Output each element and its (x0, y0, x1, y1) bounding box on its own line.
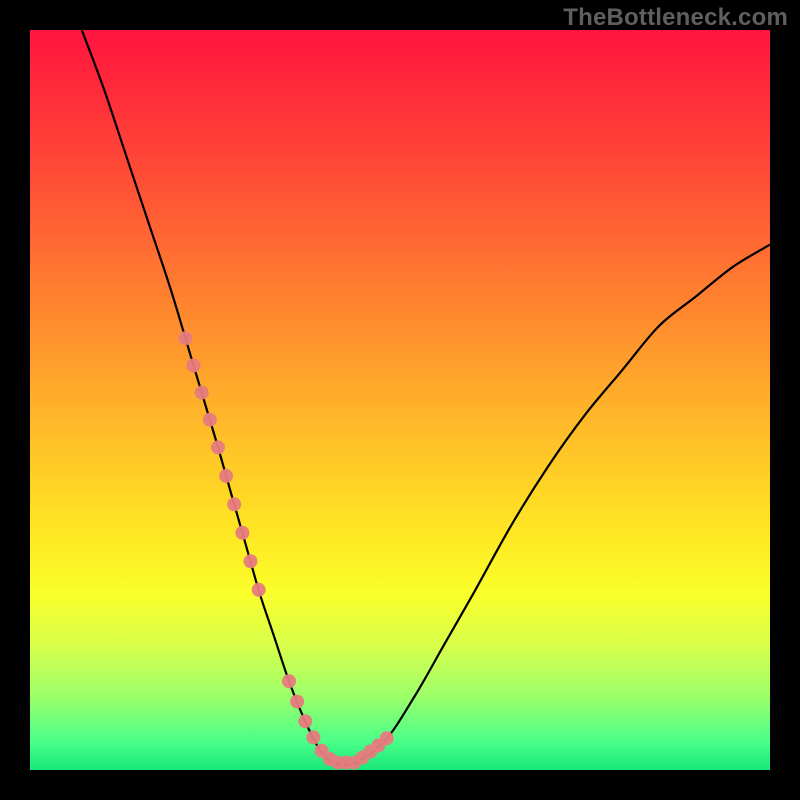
watermark-text: TheBottleneck.com (563, 4, 788, 32)
highlight-bead (178, 331, 192, 345)
highlight-bead (203, 413, 217, 427)
highlight-bead (235, 526, 249, 540)
highlight-bead (219, 469, 233, 483)
highlight-bead (380, 731, 394, 745)
highlight-bead (252, 583, 266, 597)
highlight-bead (195, 386, 209, 400)
plot-area (30, 30, 770, 770)
highlight-beads (178, 331, 393, 769)
highlight-bead (290, 695, 304, 709)
highlight-bead (298, 714, 312, 728)
highlight-bead (227, 497, 241, 511)
highlight-bead (211, 440, 225, 454)
highlight-bead (244, 554, 258, 568)
chart-frame: TheBottleneck.com (0, 0, 800, 800)
bottleneck-curve (82, 30, 770, 765)
highlight-bead (306, 730, 320, 744)
curve-svg (30, 30, 770, 770)
highlight-bead (187, 359, 201, 373)
highlight-bead (282, 674, 296, 688)
